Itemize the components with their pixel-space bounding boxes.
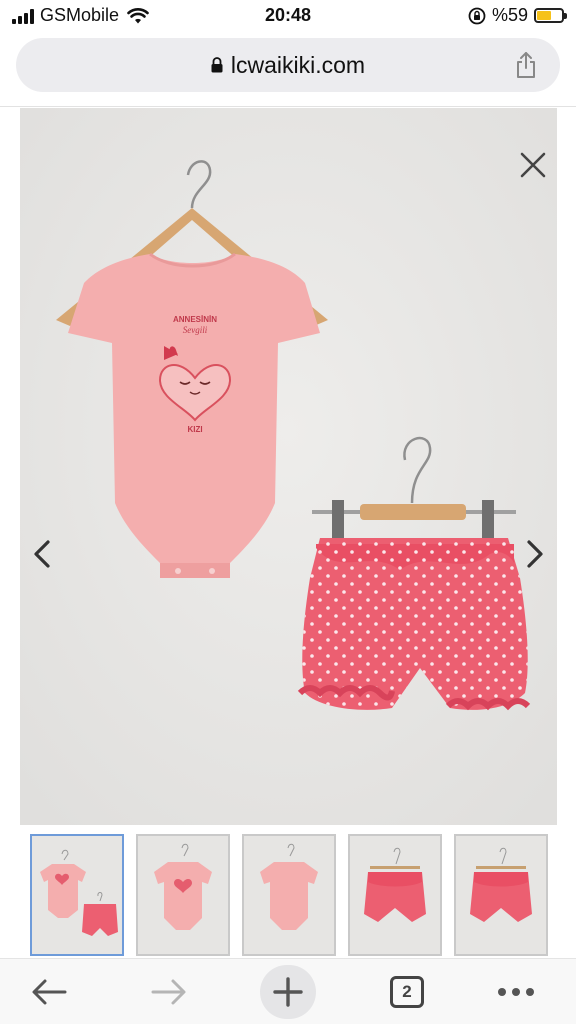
address-bar-content: lcwaikiki.com [16,38,560,92]
menu-button[interactable] [492,969,540,1015]
thumbnail-5[interactable] [454,834,548,956]
chevron-left-icon[interactable] [28,532,58,576]
thumbnail-2[interactable] [136,834,230,956]
thumbnail-2-image [138,836,228,954]
thumbnail-5-image [456,836,546,954]
status-bar: GSMobile 20:48 %59 [0,0,576,34]
forward-button[interactable] [142,969,196,1015]
url-text: lcwaikiki.com [230,51,366,78]
thumbnail-3[interactable] [242,834,336,956]
bodysuit-print-line-2: Sevgili [183,325,208,335]
plus-icon [273,977,303,1007]
address-bar[interactable]: lcwaikiki.com [16,38,560,92]
product-photo: ANNESİNİN Sevgili KIZI [20,108,557,825]
thumbnail-3-image [244,836,334,954]
thumbnail-4[interactable] [348,834,442,956]
browser-page: GSMobile 20:48 %59 lcwaikiki.com ANNESİN… [0,0,576,1024]
tabs-button[interactable]: 2 [382,969,432,1015]
browser-toolbar: 2 [0,958,576,1024]
more-dots-icon [498,988,534,996]
battery-level-fill [537,11,551,20]
new-tab-button[interactable] [260,965,316,1019]
orientation-lock-icon [468,7,486,24]
thumbnail-4-image [350,836,440,954]
divider [0,106,576,107]
share-icon[interactable] [514,51,538,79]
thumbnail-1-image [32,836,122,954]
thumbnail-1[interactable] [30,834,124,956]
status-right: %59 [468,5,567,26]
padlock-icon [211,57,223,73]
arrow-right-icon [151,979,186,1005]
bodysuit-print-line-3: KIZI [187,425,202,434]
tab-count: 2 [390,976,424,1008]
arrow-left-icon [32,979,67,1005]
close-icon [520,152,546,178]
product-image-viewer[interactable]: ANNESİNİN Sevgili KIZI [20,108,557,825]
thumbnail-strip [30,834,550,956]
battery-icon [534,8,567,23]
back-button[interactable] [22,969,76,1015]
close-button[interactable] [514,146,552,184]
chevron-right-icon[interactable] [519,532,549,576]
bodysuit-print-line-1: ANNESİNİN [173,315,217,324]
battery-percent: %59 [491,5,528,25]
